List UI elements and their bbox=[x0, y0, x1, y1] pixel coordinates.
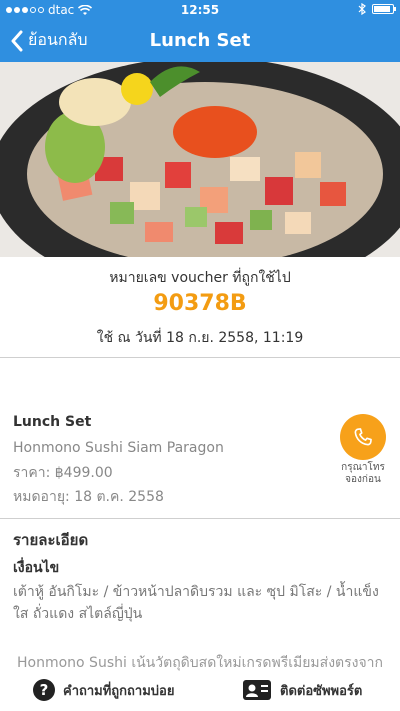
bluetooth-icon bbox=[358, 3, 366, 15]
support-button[interactable]: ติดต่อซัพพอร์ต bbox=[242, 679, 362, 701]
details-subtitle: เงื่อนไข bbox=[13, 560, 60, 576]
faq-label: คำถามที่ถูกถามบ่อย bbox=[63, 683, 175, 699]
call-label-line2: จองก่อน bbox=[345, 474, 381, 485]
voucher-used-at: ใช้ ณ วันที่ 18 ก.ย. 2558, 11:19 bbox=[96, 330, 304, 346]
status-right bbox=[358, 3, 396, 15]
contact-card-icon bbox=[243, 680, 271, 700]
food-photo bbox=[0, 62, 400, 257]
divider bbox=[0, 357, 400, 358]
call-button[interactable] bbox=[340, 414, 386, 460]
voucher-section: หมายเลข voucher ที่ถูกใช้ไป 90378B ใช้ ณ… bbox=[0, 257, 400, 357]
phone-icon bbox=[354, 428, 372, 446]
details-more: Honmono Sushi เน้นวัตถุดิบสดใหม่เกรดพรีเ… bbox=[17, 655, 384, 671]
item-price: ราคา: ฿499.00 bbox=[13, 465, 113, 481]
status-time: 12:55 bbox=[180, 3, 220, 17]
item-expiry: หมดอายุ: 18 ต.ค. 2558 bbox=[13, 489, 164, 505]
battery-icon bbox=[372, 4, 396, 14]
item-shop: Honmono Sushi Siam Paragon bbox=[13, 440, 224, 456]
call-label-line1: กรุณาโทร bbox=[341, 462, 385, 473]
bottom-bar: ? คำถามที่ถูกถามบ่อย ติดต่อซัพพอร์ต bbox=[0, 674, 400, 711]
top-bar: dtac 12:55 ย้อนกลับ Lunch Set bbox=[0, 0, 400, 62]
details-title: รายละเอียด bbox=[13, 531, 89, 549]
faq-button[interactable]: ? คำถามที่ถูกถามบ่อย bbox=[33, 679, 174, 701]
status-bar: dtac 12:55 bbox=[0, 0, 400, 20]
details-body: เต้าหู้ อันกิโมะ / ข้าวหน้าปลาดิบรวม และ… bbox=[13, 584, 379, 622]
item-name: Lunch Set bbox=[13, 414, 92, 430]
nav-bar: ย้อนกลับ Lunch Set bbox=[0, 20, 400, 62]
page-title: Lunch Set bbox=[149, 30, 251, 51]
item-section: Lunch Set Honmono Sushi Siam Paragon ราค… bbox=[0, 400, 400, 518]
question-icon: ? bbox=[33, 679, 55, 701]
call-label: กรุณาโทร จองก่อน bbox=[326, 462, 400, 486]
details-section: รายละเอียด เงื่อนไข เต้าหู้ อันกิโมะ / ข… bbox=[0, 519, 400, 679]
support-label: ติดต่อซัพพอร์ต bbox=[280, 683, 363, 699]
voucher-label: หมายเลข voucher ที่ถูกใช้ไป bbox=[109, 270, 291, 286]
voucher-code: 90378B bbox=[153, 291, 247, 316]
